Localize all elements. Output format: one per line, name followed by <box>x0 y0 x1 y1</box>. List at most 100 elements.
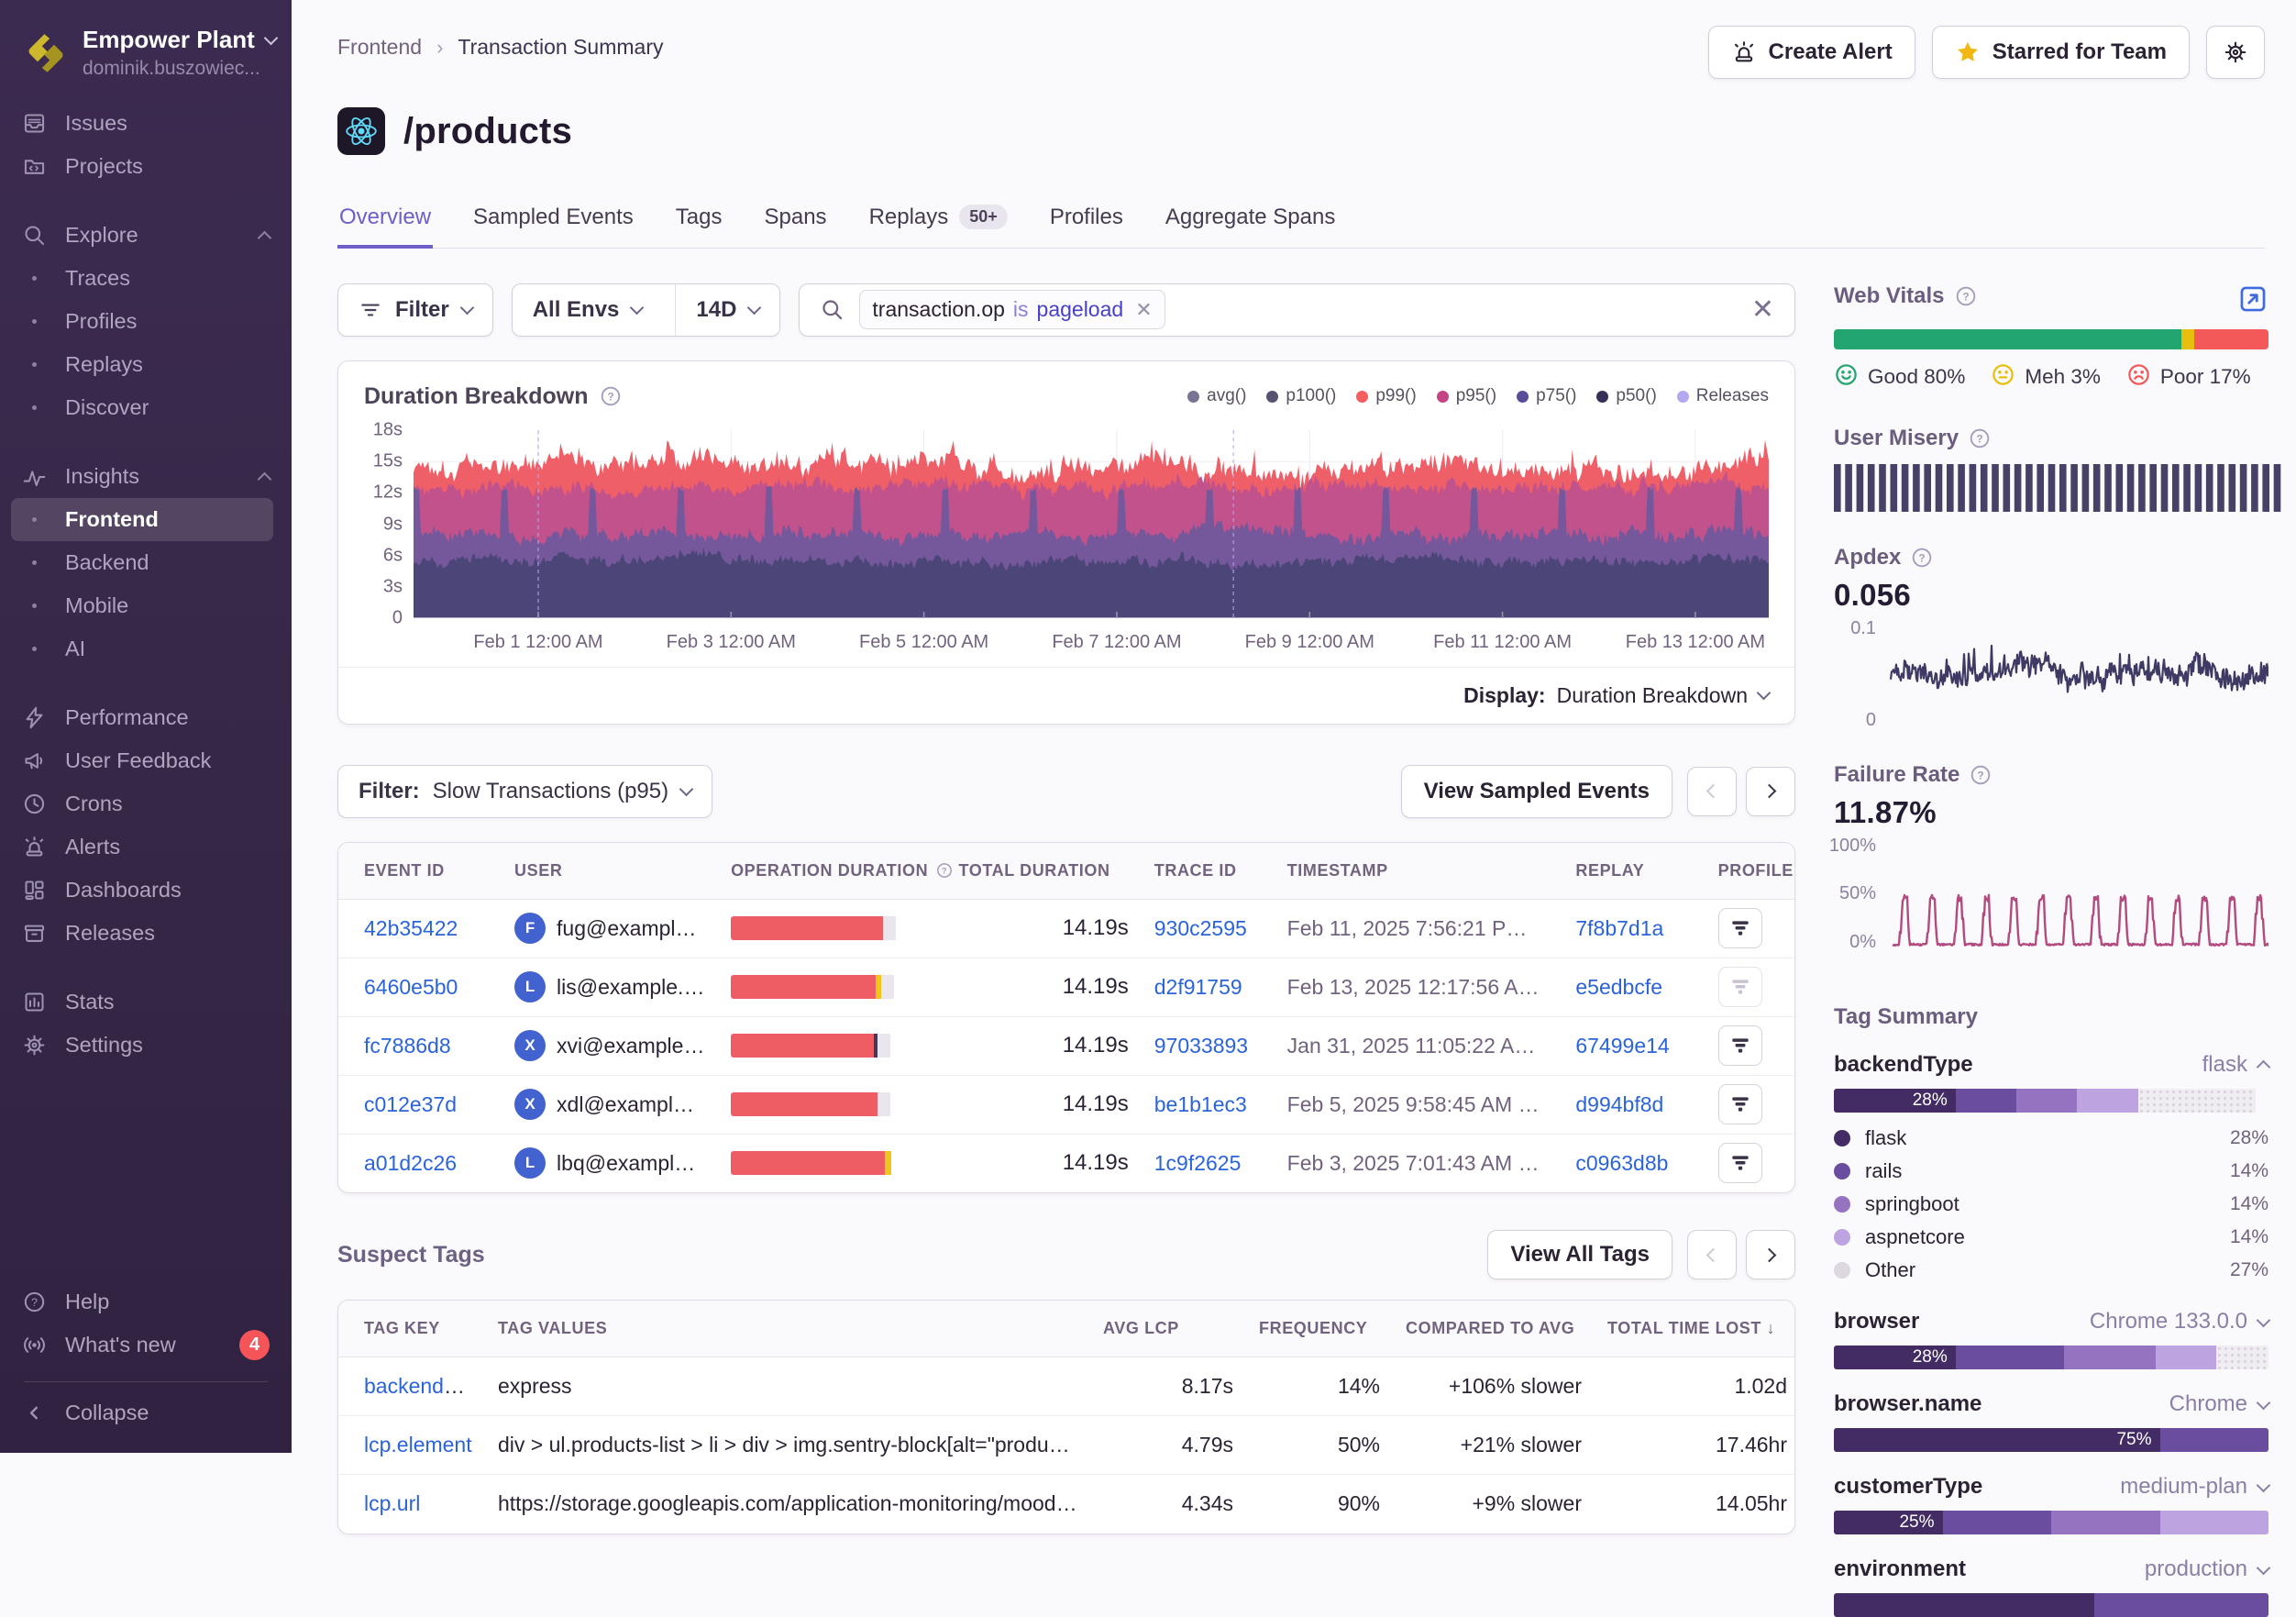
tag-bar-segment[interactable]: 28% <box>1834 1346 1956 1369</box>
legend-item-p95[interactable]: p95() <box>1437 386 1496 406</box>
help-circle-icon[interactable]: ? <box>1968 426 1992 450</box>
filter-dropdown[interactable]: Filter <box>337 283 493 337</box>
sidebar-item-settings[interactable]: Settings <box>0 1024 292 1067</box>
tab-tags[interactable]: Tags <box>674 201 724 249</box>
tag-bar-segment[interactable] <box>1943 1511 2052 1534</box>
tag-bar-segment[interactable] <box>1834 1593 2094 1617</box>
tag-legend-row[interactable]: aspnetcore14% <box>1834 1221 2268 1254</box>
tag-key-link[interactable]: lcp.url <box>364 1491 420 1515</box>
tag-bar-segment[interactable] <box>2016 1089 2077 1113</box>
profile-button[interactable] <box>1718 967 1762 1007</box>
replay-link[interactable]: e5edbcfe <box>1575 975 1662 999</box>
sidebar-item-profiles[interactable]: Profiles <box>0 300 292 343</box>
starred-for-team-button[interactable]: Starred for Team <box>1932 26 2190 79</box>
sidebar-item-traces[interactable]: Traces <box>0 257 292 300</box>
tag-legend-row[interactable]: flask28% <box>1834 1122 2268 1155</box>
token-remove-icon[interactable]: ✕ <box>1135 298 1152 322</box>
tab-replays[interactable]: Replays50+ <box>867 201 1010 249</box>
tag-legend-row[interactable]: Other27% <box>1834 1254 2268 1287</box>
replay-link[interactable]: c0963d8b <box>1575 1151 1668 1175</box>
event-id-link[interactable]: c012e37d <box>364 1092 457 1116</box>
tab-sampled-events[interactable]: Sampled Events <box>471 201 635 249</box>
legend-item-avg[interactable]: avg() <box>1187 386 1246 406</box>
tag-selected-value[interactable]: Chrome <box>2169 1391 2268 1417</box>
tag-key-link[interactable]: backendType <box>364 1374 485 1398</box>
help-circle-icon[interactable]: ? <box>1969 763 1992 787</box>
tag-selected-value[interactable]: flask <box>2202 1052 2268 1078</box>
trace-id-link[interactable]: 97033893 <box>1154 1034 1248 1058</box>
tag-legend-row[interactable]: springboot14% <box>1834 1188 2268 1221</box>
open-in-new-icon[interactable] <box>2237 283 2268 315</box>
tag-bar-segment[interactable] <box>2064 1346 2156 1369</box>
search-token[interactable]: transaction.op is pageload ✕ <box>859 290 1165 329</box>
env-dropdown[interactable]: All Envs <box>513 284 663 336</box>
transactions-filter-dropdown[interactable]: Filter: Slow Transactions (p95) <box>337 765 712 818</box>
tag-bar-segment[interactable] <box>2156 1346 2216 1369</box>
view-all-tags-button[interactable]: View All Tags <box>1487 1230 1672 1279</box>
sidebar-item-what-s-new[interactable]: What's new4 <box>0 1324 292 1367</box>
legend-item-p100[interactable]: p100() <box>1266 386 1336 406</box>
event-id-link[interactable]: a01d2c26 <box>364 1151 457 1175</box>
event-id-link[interactable]: 42b35422 <box>364 916 458 940</box>
sidebar-item-ai[interactable]: AI <box>0 627 292 670</box>
org-switcher[interactable]: Empower Plant dominik.buszowiec... <box>0 22 292 102</box>
sidebar-item-backend[interactable]: Backend <box>0 541 292 584</box>
sidebar-item-alerts[interactable]: Alerts <box>0 825 292 869</box>
trace-id-link[interactable]: be1b1ec3 <box>1154 1092 1247 1116</box>
sidebar-item-collapse[interactable]: Collapse <box>0 1391 292 1434</box>
sidebar-item-performance[interactable]: Performance <box>0 696 292 739</box>
sidebar-item-crons[interactable]: Crons <box>0 782 292 825</box>
profile-button[interactable] <box>1718 1084 1762 1124</box>
event-id-link[interactable]: fc7886d8 <box>364 1034 451 1058</box>
tag-bar-segment[interactable] <box>2160 1511 2269 1534</box>
sidebar-item-projects[interactable]: Projects <box>0 145 292 188</box>
tag-bar-segment[interactable] <box>2077 1089 2137 1113</box>
profile-button[interactable] <box>1718 908 1762 948</box>
tag-bar-segment[interactable] <box>1956 1089 2016 1113</box>
sidebar-item-help[interactable]: ?Help <box>0 1280 292 1324</box>
tag-legend-row[interactable]: rails14% <box>1834 1155 2268 1188</box>
column-header-total-time-lost[interactable]: TOTAL TIME LOST ↓ <box>1595 1301 1795 1357</box>
trace-id-link[interactable]: d2f91759 <box>1154 975 1242 999</box>
tag-bar-segment[interactable] <box>2051 1511 2160 1534</box>
sidebar-item-user-feedback[interactable]: User Feedback <box>0 739 292 782</box>
pager-prev-button[interactable] <box>1687 1230 1737 1279</box>
sidebar-item-insights[interactable]: Insights <box>0 455 292 498</box>
search-input[interactable]: transaction.op is pageload ✕ ✕ <box>799 283 1795 337</box>
sidebar-item-replays[interactable]: Replays <box>0 343 292 386</box>
trace-id-link[interactable]: 1c9f2625 <box>1154 1151 1242 1175</box>
display-selector[interactable]: Display: Duration Breakdown <box>338 667 1794 724</box>
event-id-link[interactable]: 6460e5b0 <box>364 975 458 999</box>
period-dropdown[interactable]: 14D <box>675 284 779 336</box>
sidebar-item-discover[interactable]: Discover <box>0 386 292 429</box>
tag-bar-segment[interactable]: 25% <box>1834 1511 1943 1534</box>
tag-selected-value[interactable]: medium-plan <box>2120 1474 2268 1500</box>
tag-bar-segment[interactable]: 28% <box>1834 1089 1956 1113</box>
help-circle-icon[interactable]: ? <box>1954 284 1978 308</box>
tab-overview[interactable]: Overview <box>337 201 433 249</box>
tab-spans[interactable]: Spans <box>763 201 829 249</box>
tag-bar-other-segment[interactable] <box>2216 1346 2268 1369</box>
sidebar-item-stats[interactable]: Stats <box>0 980 292 1024</box>
breadcrumb-frontend[interactable]: Frontend <box>337 35 422 60</box>
tag-bar-other-segment[interactable] <box>2138 1089 2256 1113</box>
profile-button[interactable] <box>1718 1025 1762 1066</box>
sidebar-item-frontend[interactable]: Frontend <box>11 498 273 541</box>
profile-button[interactable] <box>1718 1143 1762 1183</box>
legend-item-p75[interactable]: p75() <box>1517 386 1576 406</box>
tag-bar-segment[interactable] <box>1956 1346 2065 1369</box>
sidebar-item-mobile[interactable]: Mobile <box>0 584 292 627</box>
sidebar-item-dashboards[interactable]: Dashboards <box>0 869 292 912</box>
help-circle-icon[interactable]: ? <box>1910 546 1934 570</box>
create-alert-button[interactable]: Create Alert <box>1708 26 1915 79</box>
tab-profiles[interactable]: Profiles <box>1048 201 1125 249</box>
tag-bar-segment[interactable] <box>2160 1428 2269 1452</box>
pager-next-button[interactable] <box>1746 1230 1795 1279</box>
settings-button[interactable] <box>2206 26 2265 79</box>
tab-aggregate-spans[interactable]: Aggregate Spans <box>1164 201 1337 249</box>
sidebar-item-issues[interactable]: Issues <box>0 102 292 145</box>
help-circle-icon[interactable]: ? <box>599 384 623 408</box>
replay-link[interactable]: 67499e14 <box>1575 1034 1669 1058</box>
sidebar-item-releases[interactable]: Releases <box>0 912 292 955</box>
tag-selected-value[interactable]: production <box>2145 1556 2268 1582</box>
